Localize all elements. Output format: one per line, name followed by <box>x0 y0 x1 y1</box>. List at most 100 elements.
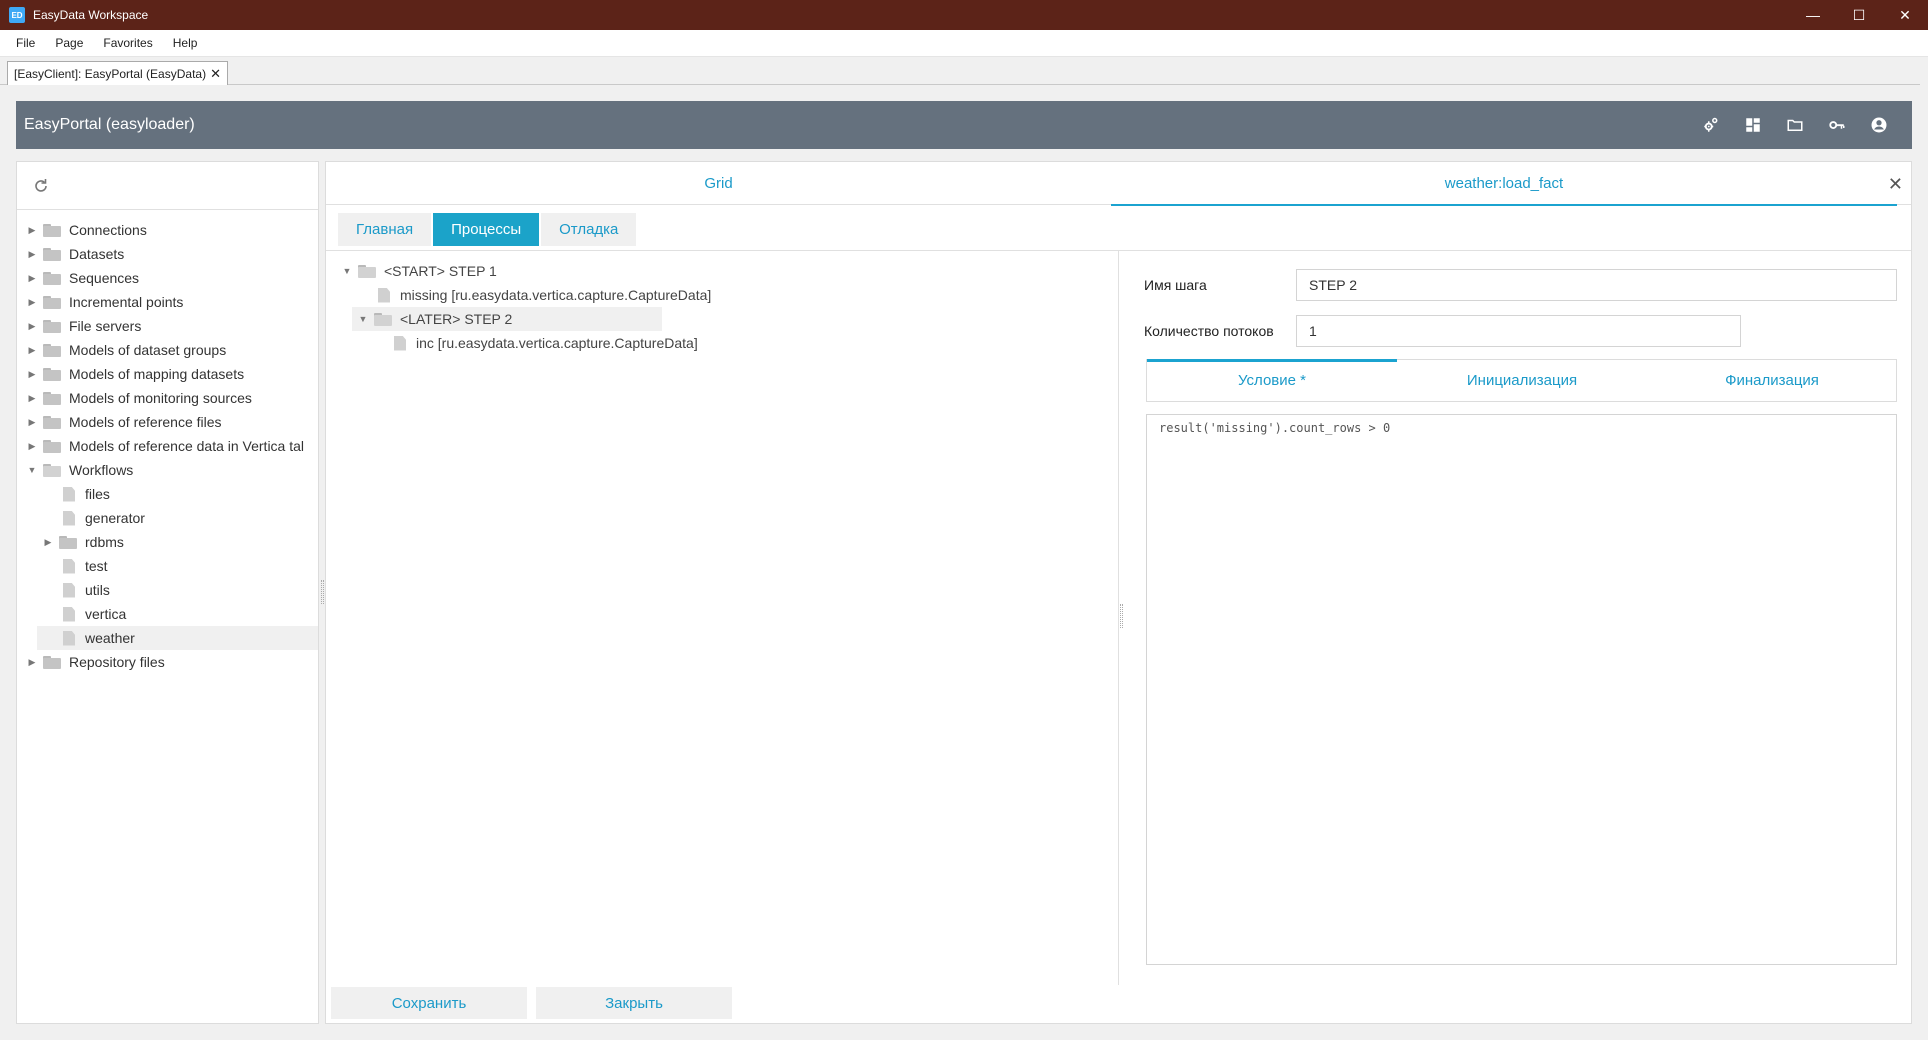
step-label: missing [ru.easydata.vertica.capture.Cap… <box>400 287 712 303</box>
tree-item[interactable]: test <box>17 554 318 578</box>
tree-folder[interactable]: ▶ Models of reference data in Vertica tal <box>17 434 318 458</box>
refresh-icon[interactable] <box>31 176 51 196</box>
key-icon[interactable] <box>1816 116 1858 134</box>
tree-folder[interactable]: ▶ Models of monitoring sources <box>17 386 318 410</box>
tree-label: Sequences <box>69 270 140 286</box>
tree-folder[interactable]: ▶ Sequences <box>17 266 318 290</box>
navigation-panel: ▶ Connections ▶ Datasets ▶ Sequences ▶ Incremen… <box>16 161 319 1024</box>
tree-item[interactable]: weather <box>37 626 318 650</box>
folder-icon[interactable] <box>1774 116 1816 134</box>
document-tab[interactable]: [EasyClient]: EasyPortal (EasyData) ✕ <box>7 61 228 85</box>
folder-icon <box>43 439 61 453</box>
tree-label: weather <box>85 630 135 646</box>
account-icon[interactable] <box>1858 116 1900 134</box>
expand-arrow-icon[interactable]: ▶ <box>25 249 39 260</box>
collapse-arrow-icon[interactable]: ▼ <box>356 314 370 324</box>
folder-icon <box>358 264 376 278</box>
folder-icon <box>43 223 61 237</box>
step-item[interactable]: missing [ru.easydata.vertica.capture.Cap… <box>340 283 750 307</box>
expand-arrow-icon[interactable]: ▶ <box>25 225 39 236</box>
expand-arrow-icon[interactable]: ▶ <box>25 345 39 356</box>
tab-weather-load-fact[interactable]: weather:load_fact <box>1111 162 1897 206</box>
folder-icon <box>43 367 61 381</box>
step-label: inc [ru.easydata.vertica.capture.Capture… <box>416 335 698 351</box>
close-icon[interactable]: ✕ <box>1888 174 1903 195</box>
step-item[interactable]: inc [ru.easydata.vertica.capture.Capture… <box>340 331 750 355</box>
tree-label: File servers <box>69 318 142 334</box>
tree-folder[interactable]: ▶ Connections <box>17 218 318 242</box>
expand-arrow-icon[interactable]: ▶ <box>25 417 39 428</box>
tab-initialization[interactable]: Инициализация <box>1397 360 1647 401</box>
minimize-button[interactable]: — <box>1790 0 1836 30</box>
expand-arrow-icon[interactable]: ▶ <box>25 657 39 668</box>
tree-label: rdbms <box>85 534 124 550</box>
title-bar: ED EasyData Workspace — ☐ ✕ <box>0 0 1928 30</box>
tab-processes[interactable]: Процессы <box>433 213 540 246</box>
expand-arrow-icon[interactable]: ▶ <box>25 393 39 404</box>
tree-folder[interactable]: ▶ File servers <box>17 314 318 338</box>
expand-arrow-icon[interactable]: ▶ <box>25 369 39 380</box>
tree-folder[interactable]: ▶ Models of mapping datasets <box>17 362 318 386</box>
tree-label: test <box>85 558 108 574</box>
tree-label: Datasets <box>69 246 125 262</box>
tab-condition[interactable]: Условие * <box>1147 359 1397 401</box>
menu-help[interactable]: Help <box>163 36 208 50</box>
tree-folder[interactable]: ▶ Models of reference files <box>17 410 318 434</box>
tab-debug[interactable]: Отладка <box>541 213 637 246</box>
collapse-arrow-icon[interactable]: ▼ <box>340 266 354 276</box>
step-tree: ▼ <START> STEP 1 missing [ru.easydata.vert… <box>340 259 750 355</box>
save-button[interactable]: Сохранить <box>331 987 527 1019</box>
step-label: <START> STEP 1 <box>384 263 497 279</box>
navigation-tree: ▶ Connections ▶ Datasets ▶ Sequences ▶ Incremen… <box>17 218 318 674</box>
step-folder[interactable]: ▼ <LATER> STEP 2 <box>352 307 662 331</box>
tree-folder[interactable]: ▶ Repository files <box>17 650 318 674</box>
menu-favorites[interactable]: Favorites <box>93 36 162 50</box>
folder-icon <box>43 415 61 429</box>
app-header: EasyPortal (easyloader) <box>16 101 1912 149</box>
expand-arrow-icon[interactable]: ▶ <box>25 321 39 332</box>
collapse-arrow-icon[interactable]: ▼ <box>25 465 39 475</box>
tree-label: utils <box>85 582 110 598</box>
folder-icon <box>59 535 77 549</box>
expand-arrow-icon[interactable]: ▶ <box>25 273 39 284</box>
folder-icon <box>43 247 61 261</box>
tree-label: vertica <box>85 606 127 622</box>
expand-arrow-icon[interactable]: ▶ <box>41 537 55 548</box>
settings-icon[interactable] <box>1690 116 1732 134</box>
close-tab-icon[interactable]: ✕ <box>210 66 221 82</box>
close-button[interactable]: Закрыть <box>536 987 732 1019</box>
tree-label: generator <box>85 510 145 526</box>
tree-folder[interactable]: ▶ rdbms <box>17 530 318 554</box>
tree-label: Models of reference data in Vertica tal <box>69 438 305 454</box>
expand-arrow-icon[interactable]: ▶ <box>25 441 39 452</box>
menu-file[interactable]: File <box>0 36 45 50</box>
tree-folder[interactable]: ▶ Models of dataset groups <box>17 338 318 362</box>
tab-main[interactable]: Главная <box>338 213 432 246</box>
file-icon <box>63 486 75 502</box>
tree-item[interactable]: utils <box>17 578 318 602</box>
threads-field[interactable]: 1 <box>1296 315 1741 347</box>
step-folder[interactable]: ▼ <START> STEP 1 <box>340 259 750 283</box>
splitter-handle[interactable] <box>1120 604 1123 628</box>
document-tab-label: [EasyClient]: EasyPortal (EasyData) <box>14 66 207 81</box>
step-name-field[interactable]: STEP 2 <box>1296 269 1897 301</box>
tree-item[interactable]: vertica <box>17 602 318 626</box>
script-tabs: Условие * Инициализация Финализация <box>1146 359 1897 402</box>
tab-grid[interactable]: Grid <box>326 162 1111 205</box>
menu-page[interactable]: Page <box>45 36 93 50</box>
tree-label: Repository files <box>69 654 165 670</box>
tree-folder[interactable]: ▶ Datasets <box>17 242 318 266</box>
tree-label: Connections <box>69 222 147 238</box>
tree-folder[interactable]: ▼ Workflows <box>17 458 318 482</box>
code-editor[interactable]: result('missing').count_rows > 0 <box>1146 414 1897 965</box>
splitter-handle[interactable] <box>321 580 324 604</box>
tree-item[interactable]: files <box>17 482 318 506</box>
divider <box>1118 251 1119 985</box>
tree-folder[interactable]: ▶ Incremental points <box>17 290 318 314</box>
close-window-button[interactable]: ✕ <box>1882 0 1928 30</box>
expand-arrow-icon[interactable]: ▶ <box>25 297 39 308</box>
tab-finalization[interactable]: Финализация <box>1647 360 1897 401</box>
maximize-button[interactable]: ☐ <box>1836 0 1882 30</box>
tree-item[interactable]: generator <box>17 506 318 530</box>
dashboard-icon[interactable] <box>1732 116 1774 134</box>
